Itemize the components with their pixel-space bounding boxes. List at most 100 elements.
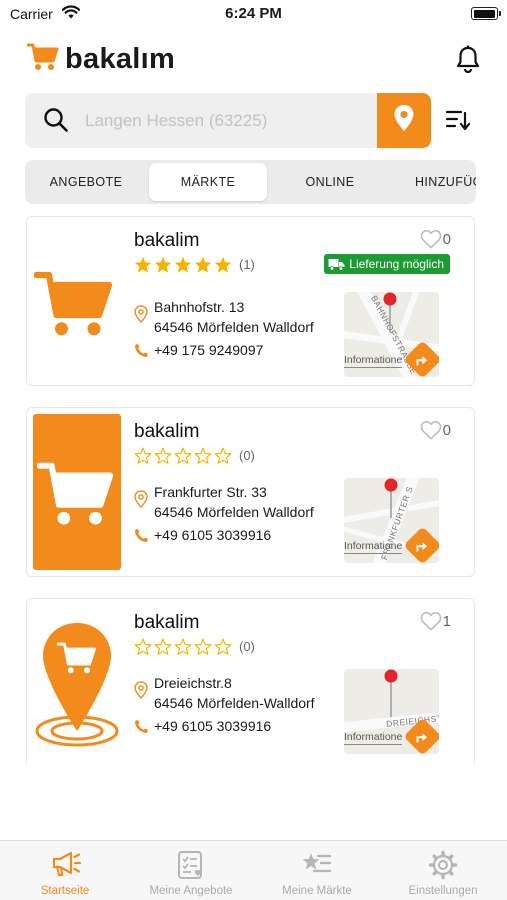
store-phone[interactable]: +49 175 9249097 (154, 342, 263, 358)
search-row (25, 93, 485, 148)
star-outline-icon (154, 447, 172, 464)
address-city: 64546 Mörfelden-Walldorf (154, 695, 315, 711)
tabbar-label: Meine Märkte (282, 885, 352, 897)
segment-tabs: ANGEBOTE MÄRKTE ONLINE HINZUFÜG (25, 160, 476, 204)
star-icon (134, 256, 152, 273)
rating-stars: (1) (134, 256, 255, 273)
sort-icon (445, 110, 471, 136)
address-street: Dreieichstr.8 (154, 675, 232, 691)
store-map[interactable]: FRANKFURTER S Informatione (344, 478, 439, 563)
star-outline-icon (134, 638, 152, 655)
phone-icon (134, 719, 149, 739)
status-bar: Carrier 6:24 PM (0, 0, 507, 30)
favorite-count: 0 (442, 231, 451, 248)
address-street: Bahnhofstr. 13 (154, 299, 245, 315)
address-city: 64546 Mörfelden Walldorf (154, 504, 314, 520)
star-outline-icon (174, 638, 192, 655)
cart-icon (36, 456, 115, 539)
store-phone[interactable]: +49 6105 3039916 (154, 527, 271, 543)
phone-icon (134, 528, 149, 548)
battery-icon (471, 7, 501, 20)
store-name: bakalim (134, 230, 200, 251)
star-outline-icon (154, 638, 172, 655)
directions-icon (416, 541, 427, 551)
store-address: Bahnhofstr. 13 64546 Mörfelden Walldorf (154, 297, 314, 337)
tabbar-item-einstellungen[interactable]: Einstellungen (380, 841, 506, 900)
location-icon (134, 681, 148, 704)
tabbar-label: Startseite (40, 885, 90, 897)
navigate-button[interactable] (403, 526, 439, 563)
gear-icon (428, 850, 458, 885)
rating-count: (0) (239, 639, 255, 654)
store-card[interactable]: bakalim (1) 0 Lieferung möglich Bahnhofs… (26, 216, 475, 386)
bottom-tab-bar: Startseite Meine Angebote Meine Märkte E… (0, 840, 507, 900)
tabbar-item-meine-maerkte[interactable]: Meine Märkte (254, 841, 380, 900)
rating-stars: (0) (134, 638, 255, 655)
tab-online[interactable]: ONLINE (275, 163, 385, 201)
star-outline-icon (214, 447, 232, 464)
star-outline-icon (134, 447, 152, 464)
map-pin-icon (383, 292, 397, 337)
bell-icon[interactable] (455, 45, 481, 78)
address-city: 64546 Mörfelden Walldorf (154, 319, 314, 335)
rating-count: (0) (239, 448, 255, 463)
delivery-label: Lieferung möglich (349, 257, 444, 271)
cart-icon (33, 265, 114, 350)
tab-maerkte[interactable]: MÄRKTE (149, 163, 267, 201)
search-input[interactable] (85, 93, 375, 148)
search-box (25, 93, 431, 148)
star-icon (194, 256, 212, 273)
map-info-link[interactable]: Informatione (344, 354, 403, 368)
store-card[interactable]: bakalim (0) 1 Dreieichstr.8 64546 Mörfel… (26, 598, 475, 768)
directions-icon (416, 732, 427, 742)
logo[interactable]: bakalım (26, 42, 176, 77)
logo-text: bakalım (65, 43, 176, 75)
tabbar-item-startseite[interactable]: Startseite (2, 841, 128, 900)
tab-angebote[interactable]: ANGEBOTE (31, 163, 141, 201)
store-image (33, 414, 121, 570)
location-button[interactable] (377, 93, 431, 148)
star-outline-icon (214, 638, 232, 655)
star-outline-icon (174, 447, 192, 464)
map-info-link[interactable]: Informatione (344, 540, 403, 554)
tabbar-label: Einstellungen (408, 885, 478, 897)
tabbar-item-meine-angebote[interactable]: Meine Angebote (128, 841, 254, 900)
store-phone[interactable]: +49 6105 3039916 (154, 718, 271, 734)
star-icon (154, 256, 172, 273)
favorite-count: 1 (442, 613, 451, 630)
store-name: bakalim (134, 612, 200, 633)
heart-icon[interactable] (420, 420, 442, 445)
cart-icon (26, 42, 59, 77)
list-fade (0, 764, 507, 840)
star-list-icon (302, 850, 332, 883)
search-icon (43, 107, 69, 138)
address-street: Frankfurter Str. 33 (154, 484, 267, 500)
heart-icon[interactable] (420, 611, 442, 636)
map-pin-icon (384, 478, 398, 523)
store-image (33, 223, 121, 379)
star-icon (174, 256, 192, 273)
map-pin-icon (384, 669, 398, 722)
delivery-badge: Lieferung möglich (324, 254, 450, 274)
sort-button[interactable] (445, 108, 471, 137)
store-map[interactable]: BAHNHOFSTRASSE Informatione (344, 292, 439, 377)
megaphone-icon (50, 850, 82, 883)
truck-icon (328, 258, 345, 271)
store-image (33, 605, 121, 761)
tab-hinzufuegen[interactable]: HINZUFÜG (395, 163, 476, 201)
favorite-count: 0 (442, 422, 451, 439)
star-outline-icon (194, 638, 212, 655)
location-icon (134, 305, 148, 328)
store-name: bakalim (134, 421, 200, 442)
map-info-link[interactable]: Informatione (344, 731, 403, 745)
map-marker-cart-icon (33, 619, 121, 754)
heart-icon[interactable] (420, 229, 442, 254)
tabbar-label: Meine Angebote (149, 885, 233, 897)
store-address: Frankfurter Str. 33 64546 Mörfelden Wall… (154, 482, 314, 522)
store-card[interactable]: bakalim (0) 0 Frankfurter Str. 33 64546 … (26, 407, 475, 577)
rating-count: (1) (239, 257, 255, 272)
checklist-icon (176, 850, 206, 885)
store-map[interactable]: DREIEICHSTRAS Informatione (344, 669, 439, 754)
phone-icon (134, 343, 149, 363)
star-icon (214, 256, 232, 273)
